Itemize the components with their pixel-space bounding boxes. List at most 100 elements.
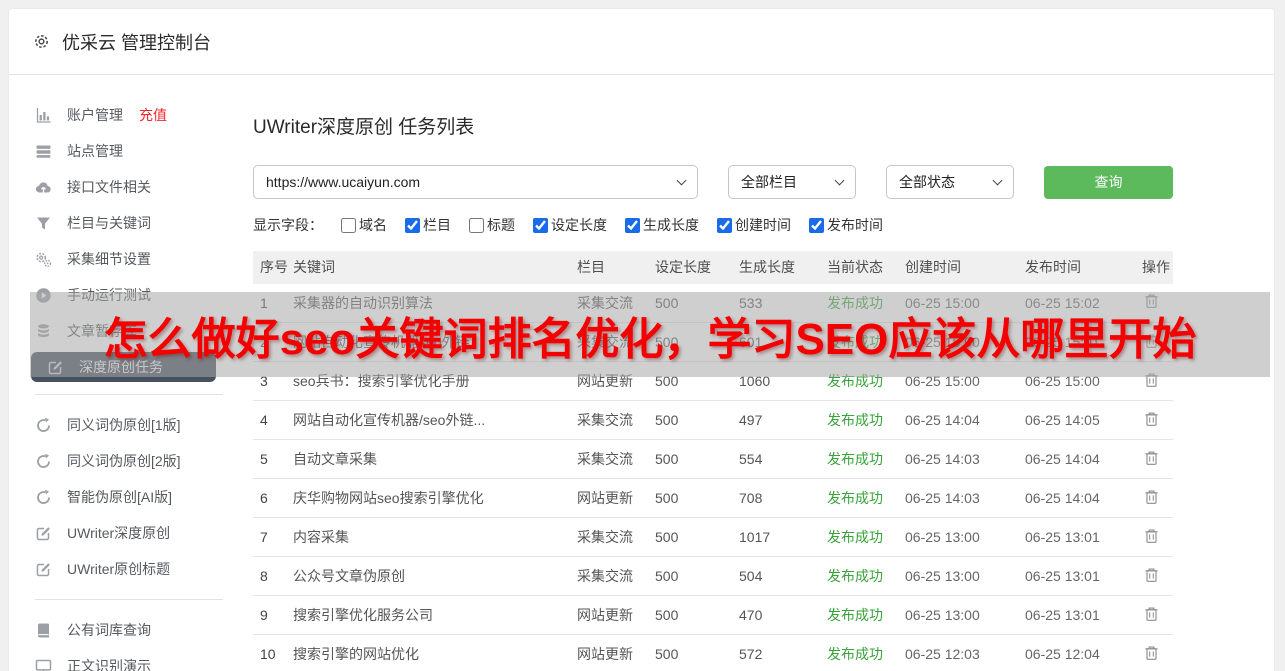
cell-keyword: 搜索引擎优化服务公司: [291, 595, 575, 635]
field-option-label: 发布时间: [827, 217, 883, 233]
cell-category: 采集交流: [575, 556, 653, 596]
cell-created: 06-25 12:03: [903, 634, 1023, 671]
table-row: 6 庆华购物网站seo搜索引擎优化 网站更新 500 708 发布成功 06-25 14:0…: [253, 478, 1173, 518]
delete-task-button[interactable]: [1142, 526, 1161, 549]
display-fields-label: 显示字段：: [253, 217, 323, 234]
cell-created: 06-25 14:03: [903, 439, 1023, 479]
cell-published: 06-25 12:04: [1023, 634, 1140, 671]
field-option-title[interactable]: 标题: [469, 215, 515, 235]
cell-published: 06-25 14:04: [1023, 478, 1140, 518]
query-button[interactable]: 查询: [1044, 165, 1173, 199]
sidebar-item-label: 智能伪原创[AI版]: [67, 489, 173, 505]
sidebar-item-account-manage[interactable]: 账户管理 充值: [9, 97, 253, 133]
delete-task-button[interactable]: [1142, 643, 1161, 666]
col-actions: 操作: [1140, 250, 1173, 284]
cell-status: 发布成功: [825, 556, 903, 596]
edit-icon: [35, 561, 53, 578]
col-set-length: 设定长度: [653, 250, 737, 284]
table-header-row: 序号 关键词 栏目 设定长度 生成长度 当前状态 创建时间 发布时间 操作: [253, 250, 1173, 284]
cell-actions: [1140, 439, 1173, 479]
sidebar-item-content-recognition-demo[interactable]: 正文识别演示: [9, 648, 253, 671]
display-fields-row: 显示字段： 域名 栏目 标题 设定长度 生成长度 创建时间 发布时间: [253, 215, 1274, 236]
bar-chart-icon: [35, 107, 53, 124]
cell-gen-length: 470: [737, 595, 825, 635]
refresh-icon: [35, 489, 53, 506]
sidebar-item-label: 采集细节设置: [67, 251, 151, 267]
cell-created: 06-25 14:03: [903, 478, 1023, 518]
table-row: 8 公众号文章伪原创 采集交流 500 504 发布成功 06-25 13:00 06-25 …: [253, 556, 1173, 596]
col-published: 发布时间: [1023, 250, 1140, 284]
cell-index: 8: [253, 556, 291, 596]
cell-set-length: 500: [653, 478, 737, 518]
sidebar-item-column-keyword[interactable]: 栏目与关键词: [9, 205, 253, 241]
field-option-domain[interactable]: 域名: [341, 215, 387, 235]
col-keyword: 关键词: [291, 250, 575, 284]
edit-icon: [35, 525, 53, 542]
recharge-badge[interactable]: 充值: [139, 105, 167, 125]
col-index: 序号: [253, 250, 291, 284]
field-option-gen-length[interactable]: 生成长度: [625, 215, 699, 235]
sidebar-item-synonym-rewrite-v2[interactable]: 同义词伪原创[2版]: [9, 443, 253, 479]
field-option-label: 设定长度: [551, 217, 607, 233]
sidebar-item-ai-rewrite[interactable]: 智能伪原创[AI版]: [9, 479, 253, 515]
page-title: UWriter深度原创 任务列表: [253, 117, 475, 138]
site-select[interactable]: https://www.ucaiyun.com: [253, 165, 698, 199]
field-checkbox-domain[interactable]: [341, 217, 356, 233]
cell-published: 06-25 13:01: [1023, 556, 1140, 596]
field-option-category[interactable]: 栏目: [405, 215, 451, 235]
cell-status: 发布成功: [825, 439, 903, 479]
cell-gen-length: 497: [737, 400, 825, 440]
field-checkbox-created-time[interactable]: [717, 217, 732, 233]
cell-gen-length: 554: [737, 439, 825, 479]
gears-icon: [35, 251, 53, 268]
sidebar-item-uwriter-original-title[interactable]: UWriter原创标题: [9, 551, 253, 587]
sidebar-item-collect-detail[interactable]: 采集细节设置: [9, 241, 253, 277]
refresh-icon: [35, 417, 53, 434]
trash-icon: [1144, 489, 1159, 508]
delete-task-button[interactable]: [1142, 604, 1161, 627]
cell-published: 06-25 14:04: [1023, 439, 1140, 479]
cell-gen-length: 504: [737, 556, 825, 596]
sidebar-item-site-manage[interactable]: 站点管理: [9, 133, 253, 169]
category-select[interactable]: 全部栏目: [728, 165, 856, 199]
field-option-label: 生成长度: [643, 217, 699, 233]
cell-actions: [1140, 595, 1173, 635]
cell-set-length: 500: [653, 595, 737, 635]
trash-icon: [1144, 450, 1159, 469]
watermark-band: [30, 292, 1270, 377]
delete-task-button[interactable]: [1142, 487, 1161, 510]
cell-set-length: 500: [653, 634, 737, 671]
field-checkbox-category[interactable]: [405, 217, 420, 233]
status-select-value: 全部状态: [899, 174, 955, 190]
chevron-down-icon: [676, 175, 687, 186]
field-checkbox-set-length[interactable]: [533, 217, 548, 233]
cell-created: 06-25 14:04: [903, 400, 1023, 440]
field-option-set-length[interactable]: 设定长度: [533, 215, 607, 235]
field-option-created-time[interactable]: 创建时间: [717, 215, 791, 235]
field-checkbox-published-time[interactable]: [809, 217, 824, 233]
sidebar-item-synonym-rewrite-v1[interactable]: 同义词伪原创[1版]: [9, 407, 253, 443]
sidebar-item-label: 栏目与关键词: [67, 215, 151, 231]
table-row: 5 自动文章采集 采集交流 500 554 发布成功 06-25 14:03 06-25 14…: [253, 439, 1173, 479]
field-checkbox-gen-length[interactable]: [625, 217, 640, 233]
cell-keyword: 公众号文章伪原创: [291, 556, 575, 596]
cell-category: 网站更新: [575, 595, 653, 635]
cell-actions: [1140, 517, 1173, 557]
cell-gen-length: 1017: [737, 517, 825, 557]
refresh-icon: [35, 453, 53, 470]
field-checkbox-title[interactable]: [469, 217, 484, 233]
delete-task-button[interactable]: [1142, 409, 1161, 432]
sidebar-item-public-lexicon-query[interactable]: 公有词库查询: [9, 612, 253, 648]
app-header: 优采云 管理控制台: [9, 9, 1274, 75]
field-option-published-time[interactable]: 发布时间: [809, 215, 883, 235]
sidebar-item-uwriter-deep-original[interactable]: UWriter深度原创: [9, 515, 253, 551]
delete-task-button[interactable]: [1142, 448, 1161, 471]
status-select[interactable]: 全部状态: [886, 165, 1014, 199]
trash-icon: [1144, 606, 1159, 625]
delete-task-button[interactable]: [1142, 565, 1161, 588]
cell-category: 采集交流: [575, 439, 653, 479]
sidebar-item-interface-file[interactable]: 接口文件相关: [9, 169, 253, 205]
cell-keyword: 网站自动化宣传机器/seo外链...: [291, 400, 575, 440]
sidebar-item-label: UWriter深度原创: [67, 525, 171, 541]
sidebar-divider: [35, 599, 223, 600]
